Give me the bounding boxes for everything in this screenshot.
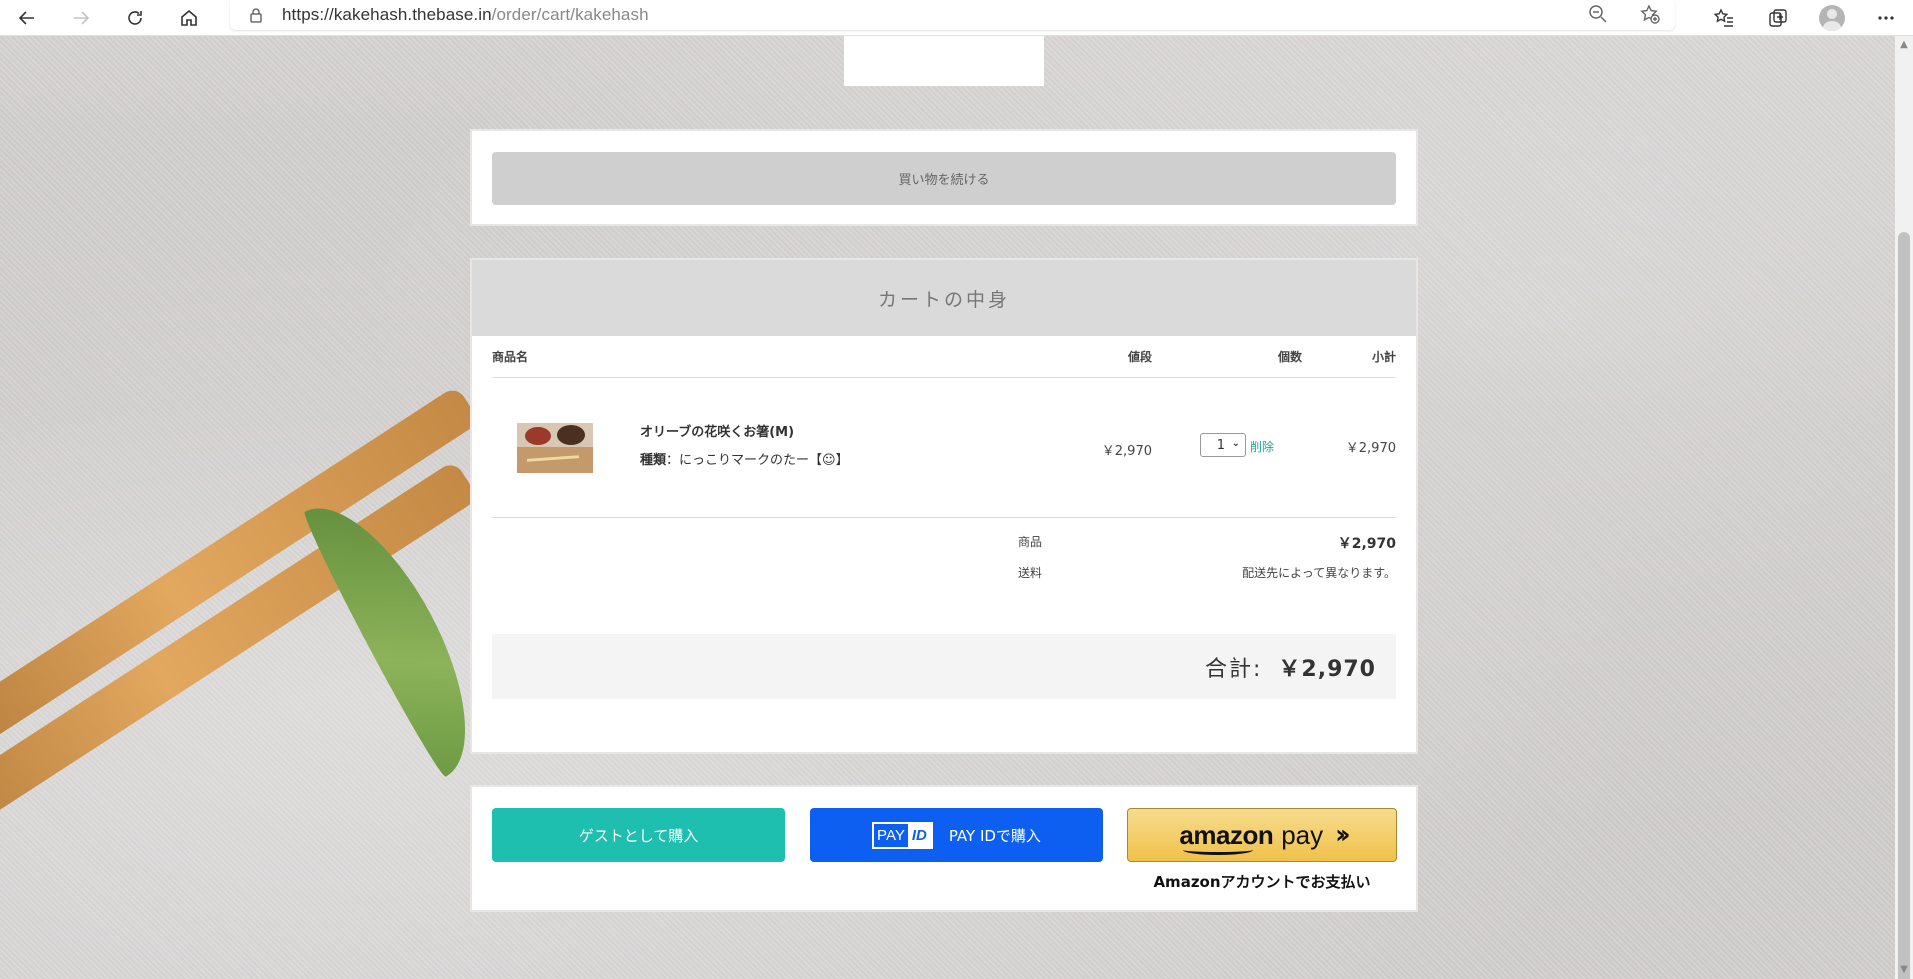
profile-avatar[interactable] (1805, 0, 1859, 36)
double-chevron-right-icon: ›› (1335, 820, 1351, 850)
favorite-add-icon[interactable] (1639, 3, 1661, 25)
favorites-icon[interactable] (1697, 0, 1751, 36)
summary-products-label: 商品 (1018, 535, 1043, 549)
shop-logo[interactable] (844, 36, 1044, 86)
url-text[interactable]: https://kakehash.thebase.in/order/cart/k… (282, 5, 649, 25)
product-variant: 種類：にっこりマークのたー【☺】 (640, 453, 849, 468)
address-bar[interactable]: https://kakehash.thebase.in/order/cart/k… (230, 0, 1675, 30)
total-box: 合計: ￥2,970 (492, 634, 1396, 699)
product-name[interactable]: オリーブの花咲くお箸(M) (640, 421, 794, 440)
payid-purchase-button[interactable]: PAY ID PAY IDで購入 (810, 808, 1103, 862)
column-price: 値段 (1127, 350, 1152, 364)
scroll-down-icon[interactable]: ▼ (1899, 965, 1909, 975)
amazon-pay-button[interactable]: amazon pay ›› (1127, 808, 1397, 862)
amazon-caption: Amazonアカウントでお支払い (1153, 873, 1371, 891)
amazon-pay-text: pay (1281, 819, 1324, 850)
column-subtotal: 小計 (1371, 350, 1396, 364)
amazon-logo-icon: amazon (1179, 820, 1274, 855)
refresh-icon[interactable] (108, 0, 162, 36)
product-thumbnail[interactable] (517, 423, 593, 473)
payid-label: PAY IDで購入 (948, 826, 1041, 845)
scroll-up-icon[interactable]: ▲ (1899, 40, 1909, 50)
lock-icon (250, 8, 262, 23)
quantity-select[interactable]: 1 ⌄ (1200, 433, 1246, 457)
zoom-out-icon[interactable] (1587, 3, 1609, 25)
total-value: ￥2,970 (1278, 656, 1376, 682)
cart-column-headers: 商品名 値段 個数 小計 (492, 336, 1396, 378)
continue-panel: 買い物を続ける (470, 129, 1418, 226)
delete-link[interactable]: 削除 (1250, 438, 1274, 455)
column-quantity: 個数 (1277, 350, 1302, 364)
cart-table: 商品名 値段 個数 小計 オリーブの花咲くお箸(M) 種類：にっこりマークのたー… (492, 336, 1396, 699)
product-subtotal: ￥2,970 (1345, 441, 1396, 456)
more-menu-icon[interactable] (1859, 0, 1913, 36)
guest-purchase-button[interactable]: ゲストとして購入 (492, 808, 785, 862)
column-product-name: 商品名 (492, 350, 529, 364)
collections-icon[interactable] (1751, 0, 1805, 36)
total-label: 合計: (1204, 656, 1263, 682)
forward-icon[interactable] (54, 0, 108, 36)
summary-products-value: ￥2,970 (1337, 536, 1396, 552)
variant-value: にっこりマークのたー【☺】 (679, 453, 849, 468)
summary-shipping-value: 配送先によって異なります。 (1242, 566, 1396, 580)
home-icon[interactable] (162, 0, 216, 36)
continue-shopping-button[interactable]: 買い物を続ける (492, 152, 1396, 205)
page-scrollbar[interactable]: ▲ ▼ (1895, 36, 1913, 979)
cart-panel: カートの中身 商品名 値段 個数 小計 オリーブの花咲くお箸(M) 種類：にっこ… (470, 258, 1418, 754)
chevron-down-icon: ⌄ (1231, 438, 1240, 449)
variant-label: 種類 (640, 453, 667, 468)
payment-panel: ゲストとして購入 PAY ID PAY IDで購入 amazon pay ›› A… (470, 785, 1418, 912)
payid-logo-icon: PAY ID (872, 821, 933, 849)
cart-title: カートの中身 (472, 260, 1416, 336)
table-row: オリーブの花咲くお箸(M) 種類：にっこりマークのたー【☺】 ￥2,970 1 … (492, 378, 1396, 518)
quantity-value: 1 (1216, 437, 1225, 453)
avatar (1819, 5, 1845, 31)
product-price: ￥2,970 (1101, 444, 1152, 459)
scroll-thumb[interactable] (1898, 232, 1910, 979)
browser-toolbar: https://kakehash.thebase.in/order/cart/k… (0, 0, 1913, 36)
back-icon[interactable] (0, 0, 54, 36)
summary-shipping-label: 送料 (1018, 566, 1043, 580)
